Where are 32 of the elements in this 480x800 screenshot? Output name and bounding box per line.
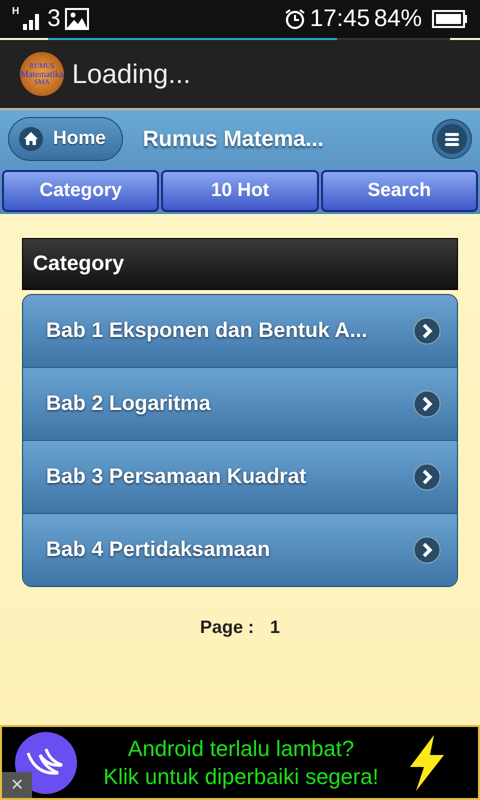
nav-tab[interactable]: Search [320, 170, 478, 212]
section-header: Category [22, 238, 458, 290]
category-item[interactable]: Bab 4 Pertidaksamaan [23, 513, 457, 586]
action-bar-title: Loading... [72, 58, 191, 90]
menu-icon [437, 124, 467, 154]
alarm-icon [284, 8, 306, 30]
category-item[interactable]: Bab 3 Persamaan Kuadrat [23, 440, 457, 513]
menu-button[interactable] [432, 119, 472, 159]
home-button[interactable]: Home [8, 117, 123, 161]
category-item[interactable]: Bab 1 Eksponen dan Bentuk A... [23, 295, 457, 367]
home-icon [19, 127, 43, 151]
chevron-right-icon [413, 390, 441, 418]
page-title: Rumus Matema... [142, 126, 325, 152]
image-icon [64, 8, 89, 30]
category-item[interactable]: Bab 2 Logaritma [23, 367, 457, 440]
battery-icon [432, 10, 468, 28]
ad-text: Android terlalu lambat? [128, 735, 354, 762]
page-label: Page : [200, 617, 254, 638]
ad-banner[interactable]: Android terlalu lambat? Klik untuk diperbaiki segera! ✕ [0, 725, 480, 800]
bird-logo-icon [14, 730, 78, 794]
close-ad-button[interactable]: ✕ [2, 772, 32, 798]
nav-tab[interactable]: 10 Hot [161, 170, 319, 212]
page-number: 1 [270, 617, 280, 638]
nav-tab[interactable]: Category [2, 170, 160, 212]
battery-percent: 84% [374, 5, 422, 33]
chevron-right-icon [413, 463, 441, 491]
carrier-label: 3 [47, 5, 61, 33]
network-type: H [12, 6, 20, 17]
ad-text: Klik untuk diperbaiki segera! [103, 762, 379, 790]
chevron-right-icon [413, 536, 441, 564]
clock-time: 17:45 [310, 5, 370, 33]
chevron-right-icon [413, 317, 441, 345]
